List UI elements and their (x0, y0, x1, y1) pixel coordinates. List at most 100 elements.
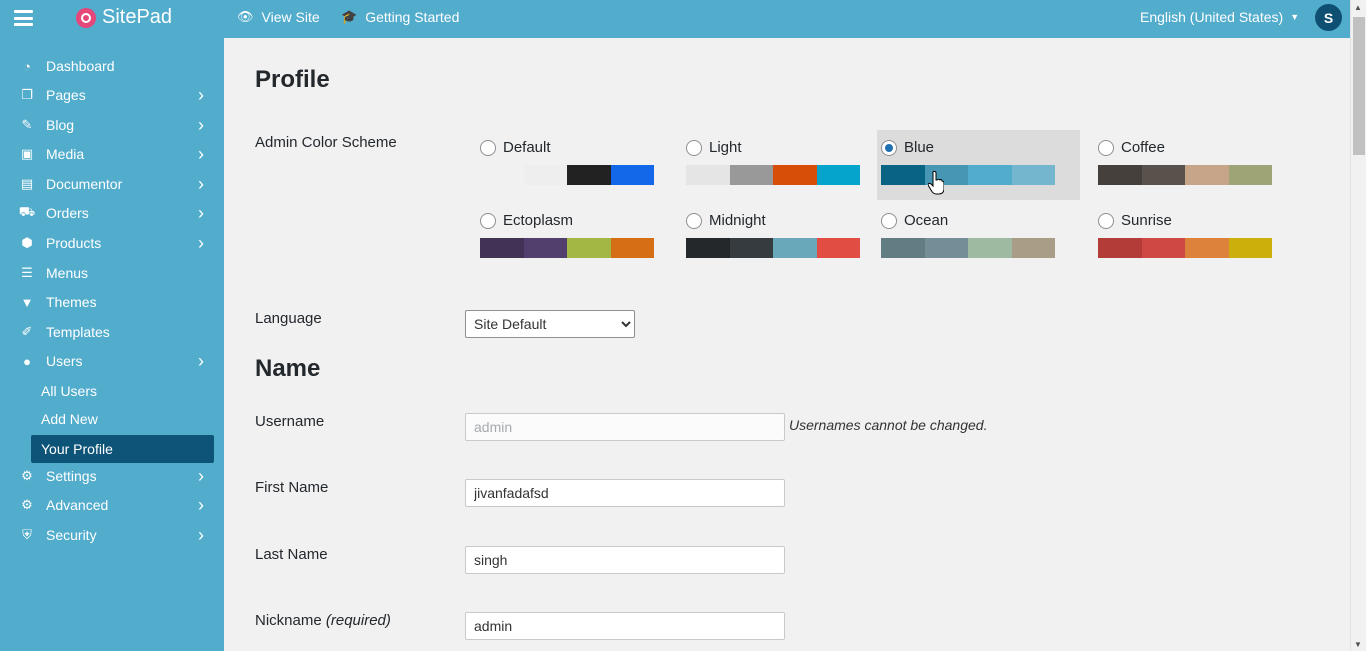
menu-toggle-icon[interactable] (14, 10, 33, 26)
sidebar-item-media[interactable]: ▣ Media › (0, 140, 224, 168)
color-scheme-midnight[interactable]: Midnight (682, 203, 885, 273)
color-scheme-radio[interactable] (686, 140, 702, 156)
color-swatches (686, 238, 860, 258)
color-scheme-coffee[interactable]: Coffee (1094, 130, 1297, 200)
pages-icon: ❐ (21, 87, 33, 102)
color-swatches (480, 238, 654, 258)
page-scrollbar[interactable]: ▲ ▼ (1350, 0, 1366, 651)
color-swatch (924, 238, 968, 258)
sitepad-logo-icon (76, 7, 96, 28)
color-scheme-default[interactable]: Default (476, 130, 679, 200)
sidebar-subitem-all-users[interactable]: All Users (31, 377, 214, 405)
color-scheme-radio[interactable] (1098, 213, 1114, 229)
sidebar-item-settings[interactable]: ⚙ Settings › (0, 462, 224, 490)
color-scheme-name: Default (503, 139, 551, 156)
graduation-cap-icon: 🎓 (341, 9, 358, 24)
first-name-field[interactable] (465, 479, 785, 507)
sidebar-item-templates[interactable]: ✐ Templates (0, 318, 224, 346)
nickname-required-note: (required) (325, 612, 391, 629)
color-swatches (686, 165, 860, 185)
color-scheme-name: Sunrise (1121, 212, 1172, 229)
color-swatches (881, 165, 1055, 185)
sidebar-item-orders[interactable]: ⛟ Orders › (0, 199, 224, 227)
sidebar: ◔ Dashboard ❐ Pages › ✎ Blog › ▣ Media › ▤ Documento… (0, 38, 224, 651)
sidebar-item-documentor[interactable]: ▤ Documentor › (0, 170, 224, 198)
color-swatches (881, 238, 1055, 258)
sidebar-item-label: Settings (46, 468, 97, 484)
color-scheme-name: Blue (904, 139, 935, 156)
sidebar-subitem-add-new[interactable]: Add New (31, 405, 214, 433)
color-scheme-radio[interactable] (881, 140, 897, 156)
color-scheme-radio[interactable] (1098, 140, 1114, 156)
color-scheme-radio[interactable] (881, 213, 897, 229)
document-icon: ▤ (20, 176, 34, 191)
chevron-right-icon: › (198, 173, 204, 194)
color-scheme-ocean[interactable]: Ocean (877, 203, 1080, 273)
color-swatch (1228, 165, 1272, 185)
scroll-down-icon[interactable]: ▼ (1354, 640, 1362, 649)
color-swatch (729, 165, 773, 185)
color-scheme-radio[interactable] (686, 213, 702, 229)
sidebar-item-dashboard[interactable]: ◔ Dashboard (0, 52, 224, 80)
color-scheme-blue[interactable]: Blue (877, 130, 1080, 200)
sidebar-item-advanced[interactable]: ⚙ Advanced › (0, 491, 224, 519)
top-bar: SitePad 👁 View Site 🎓 Getting Started En… (0, 0, 1366, 38)
color-swatch (686, 238, 730, 258)
box-icon: ⬢ (21, 235, 33, 250)
color-swatch (567, 165, 611, 185)
sidebar-item-security[interactable]: ⛨ Security › (0, 521, 224, 549)
color-swatch (729, 238, 773, 258)
color-scheme-radio[interactable] (480, 140, 496, 156)
username-field (465, 413, 785, 441)
sidebar-subitem-your-profile[interactable]: Your Profile (31, 435, 214, 463)
color-scheme-name: Midnight (709, 212, 766, 229)
dashboard-icon: ◔ (23, 58, 31, 74)
sidebar-item-menus[interactable]: ☰ Menus (0, 259, 224, 287)
color-swatch (816, 165, 860, 185)
nickname-field[interactable] (465, 612, 785, 640)
sidebar-item-users[interactable]: ● Users › (0, 347, 224, 375)
getting-started-link[interactable]: 🎓 Getting Started (341, 9, 459, 25)
view-site-link[interactable]: 👁 View Site (237, 9, 320, 25)
chevron-right-icon: › (198, 465, 204, 486)
color-swatch (881, 165, 925, 185)
color-scheme-radio[interactable] (480, 213, 496, 229)
nickname-label-text: Nickname (255, 612, 322, 629)
color-swatch (1011, 165, 1055, 185)
color-scheme-light[interactable]: Light (682, 130, 885, 200)
pin-icon: ✎ (21, 117, 33, 132)
color-swatch (1141, 238, 1185, 258)
sidebar-item-label: Documentor (46, 176, 123, 192)
color-scheme-name: Ocean (904, 212, 949, 229)
settings-icon: ⚙ (21, 468, 33, 483)
sidebar-item-label: Menus (46, 265, 89, 281)
sidebar-item-themes[interactable]: ▼ Themes (0, 288, 224, 316)
pen-icon: ✐ (21, 324, 33, 339)
getting-started-label: Getting Started (365, 9, 460, 25)
sidebar-item-label: Security (46, 527, 97, 543)
language-select[interactable]: Site Default (465, 310, 635, 338)
main-content: Profile Admin Color Scheme Default Light B… (224, 38, 1350, 651)
scrollbar-thumb[interactable] (1353, 17, 1365, 155)
last-name-field[interactable] (465, 546, 785, 574)
scroll-up-icon[interactable]: ▲ (1354, 3, 1362, 12)
color-swatch (480, 165, 524, 185)
chevron-right-icon: › (198, 232, 204, 253)
color-swatch (968, 165, 1012, 185)
user-avatar[interactable]: S (1315, 4, 1342, 31)
color-scheme-ectoplasm[interactable]: Ectoplasm (476, 203, 679, 273)
sidebar-item-label: Templates (46, 324, 110, 340)
language-switcher[interactable]: English (United States) ▼ (1140, 9, 1299, 25)
sidebar-item-label: Advanced (46, 497, 109, 513)
sidebar-item-products[interactable]: ⬢ Products › (0, 229, 224, 257)
chevron-right-icon: › (198, 202, 204, 223)
logo[interactable]: SitePad (76, 6, 172, 29)
chevron-right-icon: › (198, 143, 204, 164)
color-swatches (1098, 238, 1272, 258)
sidebar-item-pages[interactable]: ❐ Pages › (0, 81, 224, 109)
color-swatch (1185, 238, 1229, 258)
sidebar-item-blog[interactable]: ✎ Blog › (0, 111, 224, 139)
color-scheme-sunrise[interactable]: Sunrise (1094, 203, 1297, 273)
sidebar-item-label: Pages (46, 87, 86, 103)
color-swatch (523, 165, 567, 185)
